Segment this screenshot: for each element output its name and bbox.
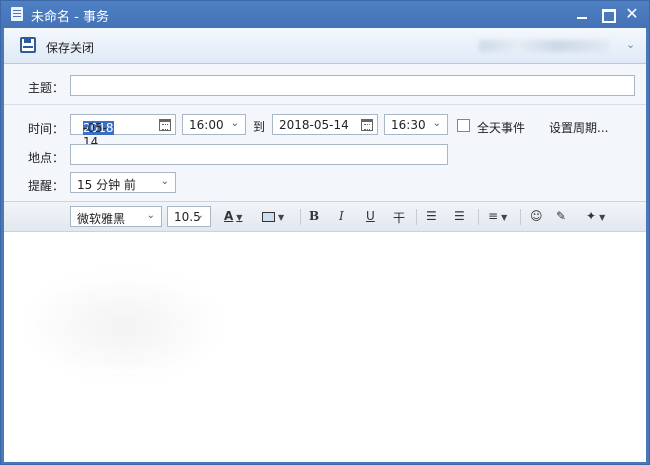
chevron-down-icon[interactable]: ⌄ — [196, 210, 204, 221]
separator — [520, 209, 521, 225]
set-recurrence-link[interactable]: 设置周期... — [549, 119, 608, 136]
chevron-down-icon[interactable]: ⌄ — [147, 210, 155, 221]
maximize-button[interactable] — [596, 4, 618, 24]
strikethrough-button[interactable]: 干 — [393, 209, 405, 226]
subject-input[interactable] — [70, 75, 635, 96]
save-icon[interactable] — [20, 37, 36, 53]
separator — [478, 209, 479, 225]
end-time-value: 16:30 — [391, 118, 426, 132]
font-color-button[interactable]: A ▼ — [224, 209, 242, 223]
format-painter-icon[interactable]: ✎ — [556, 209, 566, 223]
minimize-button[interactable] — [571, 4, 593, 24]
chevron-down-icon[interactable]: ⌄ — [626, 38, 635, 51]
bullet-list-icon[interactable]: ☰ — [426, 209, 437, 223]
start-date-field[interactable]: 2018 -05-14 — [70, 114, 176, 149]
to-label: 到 — [253, 120, 266, 134]
end-date-value: 2018-05-14 — [279, 118, 349, 132]
location-label: 地点： — [28, 151, 65, 165]
end-date-field[interactable]: 2018-05-14 — [272, 114, 378, 135]
font-family-select[interactable]: 微软雅黑 ⌄ — [70, 206, 162, 227]
highlight-color-button[interactable]: ▼ — [262, 209, 284, 223]
end-time-select[interactable]: 16:30 ⌄ — [384, 114, 448, 135]
document-icon — [11, 7, 23, 21]
form-divider — [4, 104, 646, 105]
numbered-list-icon[interactable]: ☰ — [454, 209, 465, 223]
chevron-down-icon[interactable]: ⌄ — [161, 176, 169, 187]
event-window: 未命名 - 事务 ✕ 保存关闭 ⌄ 主题： 时间： 2018 -05-14 16:… — [0, 0, 650, 465]
underline-button[interactable]: U — [366, 209, 375, 223]
start-time-value: 16:00 — [189, 118, 224, 132]
account-selector[interactable] — [479, 40, 609, 52]
highlight-icon — [262, 211, 275, 222]
reminder-label: 提醒： — [28, 179, 65, 193]
separator — [300, 209, 301, 225]
reminder-value: 15 分钟 前 — [77, 178, 136, 192]
calendar-icon[interactable] — [361, 119, 373, 131]
all-day-label: 全天事件 — [477, 121, 526, 135]
location-input[interactable] — [70, 144, 448, 165]
align-icon[interactable]: ≡ ▼ — [488, 209, 507, 223]
font-family-value: 微软雅黑 — [77, 212, 126, 226]
close-button[interactable]: ✕ — [621, 4, 643, 24]
subject-label: 主题： — [28, 81, 65, 95]
all-day-checkbox[interactable] — [457, 119, 470, 132]
emoji-icon[interactable]: ☺ — [530, 209, 543, 223]
title-bar: 未命名 - 事务 ✕ — [1, 1, 649, 28]
window-title: 未命名 - 事务 — [31, 10, 109, 25]
start-time-select[interactable]: 16:00 ⌄ — [182, 114, 246, 135]
calendar-icon[interactable] — [159, 119, 171, 131]
chevron-down-icon[interactable]: ⌄ — [433, 118, 441, 129]
time-label: 时间： — [28, 122, 65, 136]
reminder-select[interactable]: 15 分钟 前 ⌄ — [70, 172, 176, 193]
bold-button[interactable]: B — [309, 209, 319, 223]
magic-wand-icon[interactable]: ✦ ▼ — [586, 209, 605, 223]
separator — [416, 209, 417, 225]
chevron-down-icon[interactable]: ⌄ — [231, 118, 239, 129]
save-close-button[interactable]: 保存关闭 — [46, 39, 94, 56]
toolbar: 保存关闭 ⌄ — [4, 28, 646, 64]
format-toolbar: 微软雅黑 ⌄ 10.5 ⌄ A ▼ ▼ B I U 干 ☰ ☰ ≡ ▼ ☺ ✎ ✦ ▼ — [4, 201, 646, 232]
italic-button[interactable]: I — [339, 209, 344, 223]
event-form: 主题： 时间： 2018 -05-14 16:00 ⌄ 到 2018-05-14 … — [4, 64, 646, 201]
font-size-select[interactable]: 10.5 ⌄ — [167, 206, 211, 227]
blurred-content — [23, 271, 223, 381]
